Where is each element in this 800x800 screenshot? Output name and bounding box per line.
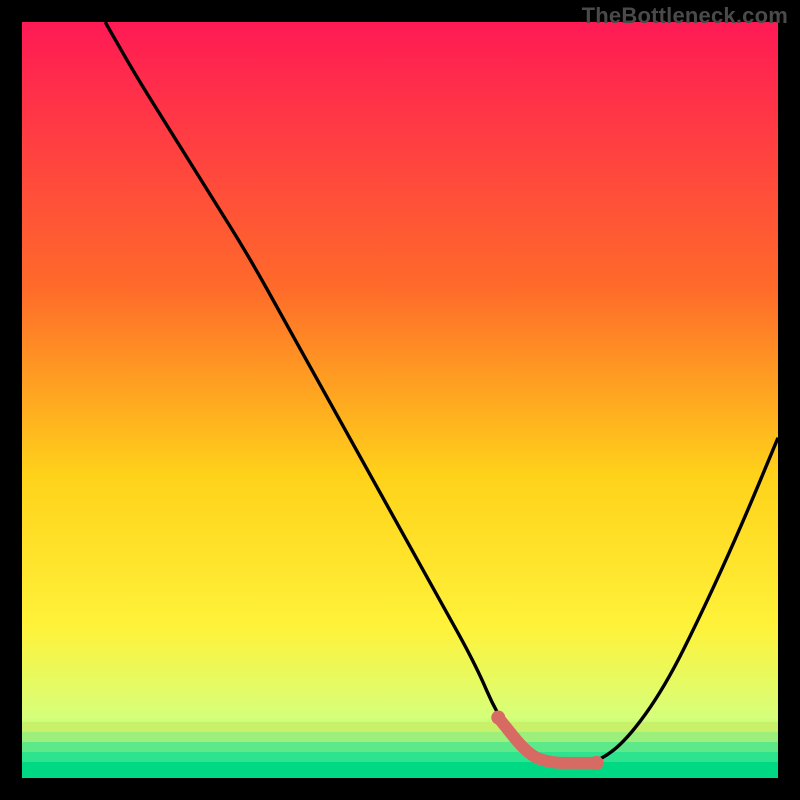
optimal-highlight [22, 22, 778, 778]
watermark-text: TheBottleneck.com [582, 3, 788, 29]
chart-stage: TheBottleneck.com [0, 0, 800, 800]
plot-frame [22, 22, 778, 778]
plot-area [22, 22, 778, 778]
